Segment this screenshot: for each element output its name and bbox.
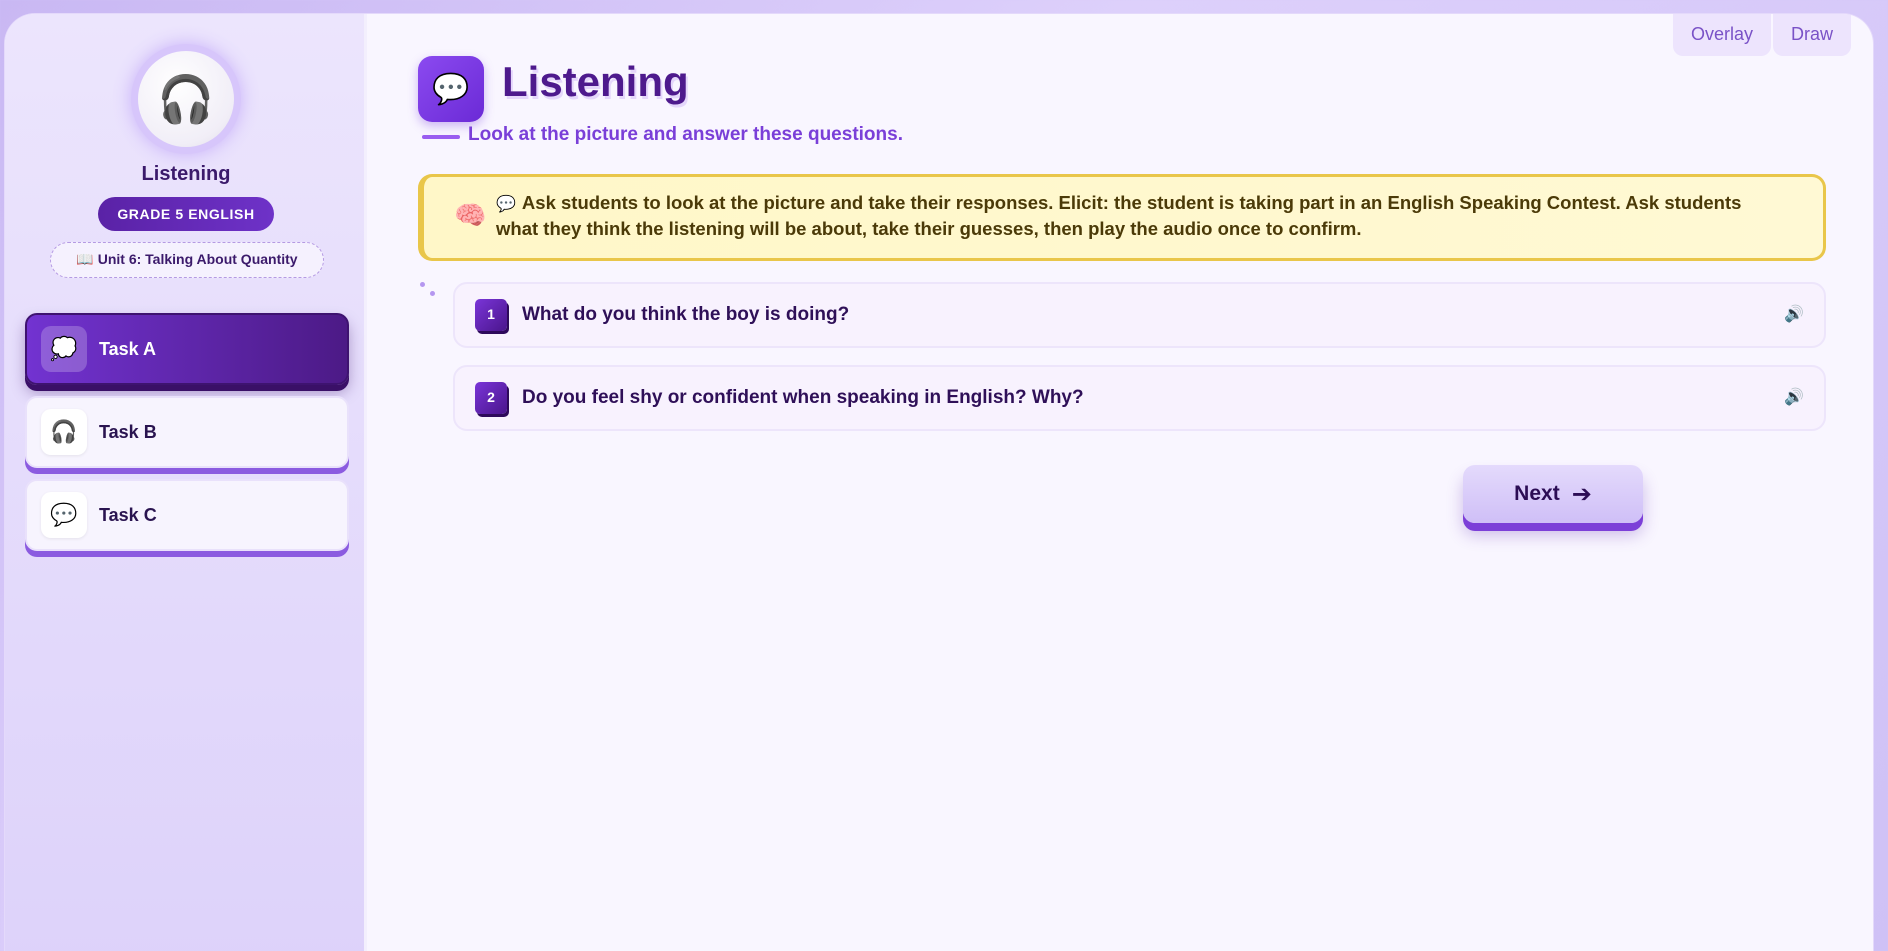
subtitle-divider	[422, 135, 460, 139]
page-subtitle: Look at the picture and answer these que…	[468, 124, 903, 145]
sidebar-item-task-b[interactable]: 🎧 Task B	[25, 396, 349, 468]
question-number: 1	[475, 299, 507, 331]
teacher-note-text: 💬 Ask students to look at the picture and…	[496, 191, 1783, 241]
question-item: 2 Do you feel shy or confident when spea…	[453, 365, 1826, 431]
question-text: What do you think the boy is doing?	[522, 304, 850, 325]
speech-bubble-icon: 💬	[41, 492, 87, 538]
arrow-right-icon: ➔	[1571, 480, 1592, 508]
decorative-dots	[420, 282, 440, 302]
sidebar: 🎧 Listening GRADE 5 ENGLISH 📖 Unit 6: Ta…	[5, 14, 367, 951]
sidebar-title: Listening	[141, 163, 231, 185]
teacher-note: 🧠 💬 Ask students to look at the picture a…	[418, 174, 1826, 261]
main-content: 💬 Listening Look at the picture and answ…	[367, 14, 1873, 951]
next-label: Next	[1514, 482, 1560, 505]
speech-bubbles-icon: 💬	[418, 56, 484, 122]
unit-pill: 📖 Unit 6: Talking About Quantity	[50, 242, 324, 278]
grade-badge: GRADE 5 ENGLISH	[98, 197, 274, 231]
sidebar-item-label: Task A	[99, 338, 157, 359]
draw-button[interactable]: Draw	[1772, 14, 1851, 56]
overlay-button[interactable]: Overlay	[1672, 14, 1771, 56]
app-frame: Overlay Draw 🎧 Listening GRADE 5 ENGLISH…	[5, 14, 1873, 951]
question-item: 1 What do you think the boy is doing? 🔊	[453, 282, 1826, 348]
brain-icon: 🧠	[454, 201, 487, 231]
thought-bubble-icon: 💭	[41, 326, 87, 372]
page-title: Listening	[502, 58, 689, 105]
speech-bubble-icon: 💬	[496, 196, 516, 213]
sidebar-item-task-c[interactable]: 💬 Task C	[25, 479, 349, 551]
next-button[interactable]: Next ➔	[1463, 465, 1643, 523]
sidebar-item-label: Task C	[99, 504, 157, 525]
sidebar-item-task-a[interactable]: 💭 Task A	[25, 313, 349, 385]
headphones-icon: 🎧	[41, 409, 87, 455]
speaker-icon[interactable]: 🔊	[1784, 387, 1804, 406]
top-toolbar: Overlay Draw	[1672, 14, 1851, 56]
sidebar-item-label: Task B	[99, 421, 157, 442]
speaker-icon[interactable]: 🔊	[1784, 304, 1804, 323]
question-text: Do you feel shy or confident when speaki…	[522, 387, 1084, 408]
teacher-note-body: Ask students to look at the picture and …	[496, 192, 1742, 239]
logo: 🎧	[131, 44, 241, 154]
question-number: 2	[475, 382, 507, 414]
headphones-icon: 🎧	[138, 51, 234, 147]
